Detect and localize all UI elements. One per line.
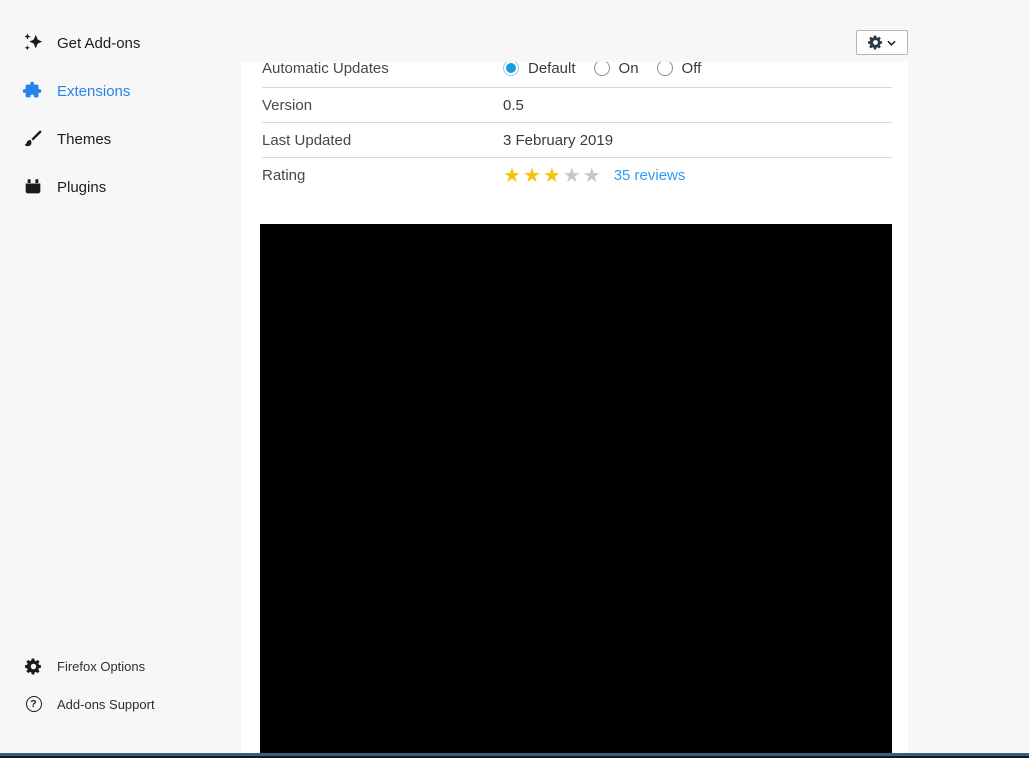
sidebar-item-label: Get Add-ons — [57, 34, 141, 52]
question-icon: ? — [25, 696, 42, 713]
star-rating: ★ ★ ★ ★ ★ — [503, 166, 603, 186]
version-value: 0.5 — [503, 96, 524, 114]
tools-menu-button[interactable] — [856, 30, 908, 55]
star-empty-icon: ★ — [562, 164, 583, 187]
rating-label: Rating — [262, 167, 306, 184]
radio-unselected-icon[interactable] — [593, 62, 610, 76]
window-bottom-edge — [0, 753, 1029, 758]
radio-option-on[interactable]: On — [593, 62, 639, 77]
sidebar-item-label: Extensions — [57, 82, 131, 100]
radio-option-label: Default — [528, 62, 576, 77]
sidebar-item-addons-support[interactable]: ? Add-ons Support — [25, 691, 155, 717]
sidebar-item-label: Add-ons Support — [57, 696, 155, 712]
sidebar-item-label: Plugins — [57, 178, 107, 196]
last-updated-value: 3 February 2019 — [503, 131, 614, 149]
automatic-updates-label: Automatic Updates — [262, 62, 389, 77]
star-filled-icon: ★ — [542, 164, 563, 187]
star-filled-icon: ★ — [503, 164, 523, 187]
addon-details-panel: Automatic Updates Default On Off Version… — [241, 62, 908, 758]
sidebar-item-plugins[interactable]: Plugins — [22, 174, 106, 200]
gear-icon — [868, 35, 883, 50]
radio-option-label: Off — [681, 62, 702, 77]
star-empty-icon: ★ — [582, 164, 603, 187]
radio-option-off[interactable]: Off — [656, 62, 702, 77]
puzzle-icon — [22, 80, 44, 102]
rating-row: Rating ★ ★ ★ ★ ★ 35 reviews — [262, 158, 892, 193]
sidebar-item-extensions[interactable]: Extensions — [22, 78, 130, 104]
chevron-down-icon — [887, 40, 896, 46]
plugin-icon — [22, 176, 44, 198]
radio-option-default[interactable]: Default — [503, 62, 576, 77]
paintbrush-icon — [22, 128, 44, 150]
version-row: Version 0.5 — [262, 88, 892, 123]
automatic-updates-radios: Default On Off — [503, 62, 719, 77]
last-updated-row: Last Updated 3 February 2019 — [262, 123, 892, 158]
sidebar-item-themes[interactable]: Themes — [22, 126, 111, 152]
addon-preview-black-box — [260, 224, 892, 753]
star-filled-icon: ★ — [522, 164, 543, 187]
sparkle-icon — [22, 32, 44, 54]
reviews-link[interactable]: 35 reviews — [614, 167, 686, 184]
version-label: Version — [262, 96, 313, 114]
radio-unselected-icon[interactable] — [656, 62, 673, 76]
gear-icon — [25, 658, 42, 675]
sidebar-item-get-addons[interactable]: Get Add-ons — [22, 30, 140, 56]
addon-details-table: Automatic Updates Default On Off Version… — [262, 62, 892, 193]
radio-option-label: On — [618, 62, 639, 77]
last-updated-label: Last Updated — [262, 131, 352, 149]
sidebar-item-firefox-options[interactable]: Firefox Options — [25, 653, 145, 679]
radio-selected-icon[interactable] — [503, 62, 519, 76]
sidebar-item-label: Firefox Options — [57, 658, 146, 674]
automatic-updates-row: Automatic Updates Default On Off — [262, 62, 892, 88]
sidebar-item-label: Themes — [57, 130, 112, 148]
